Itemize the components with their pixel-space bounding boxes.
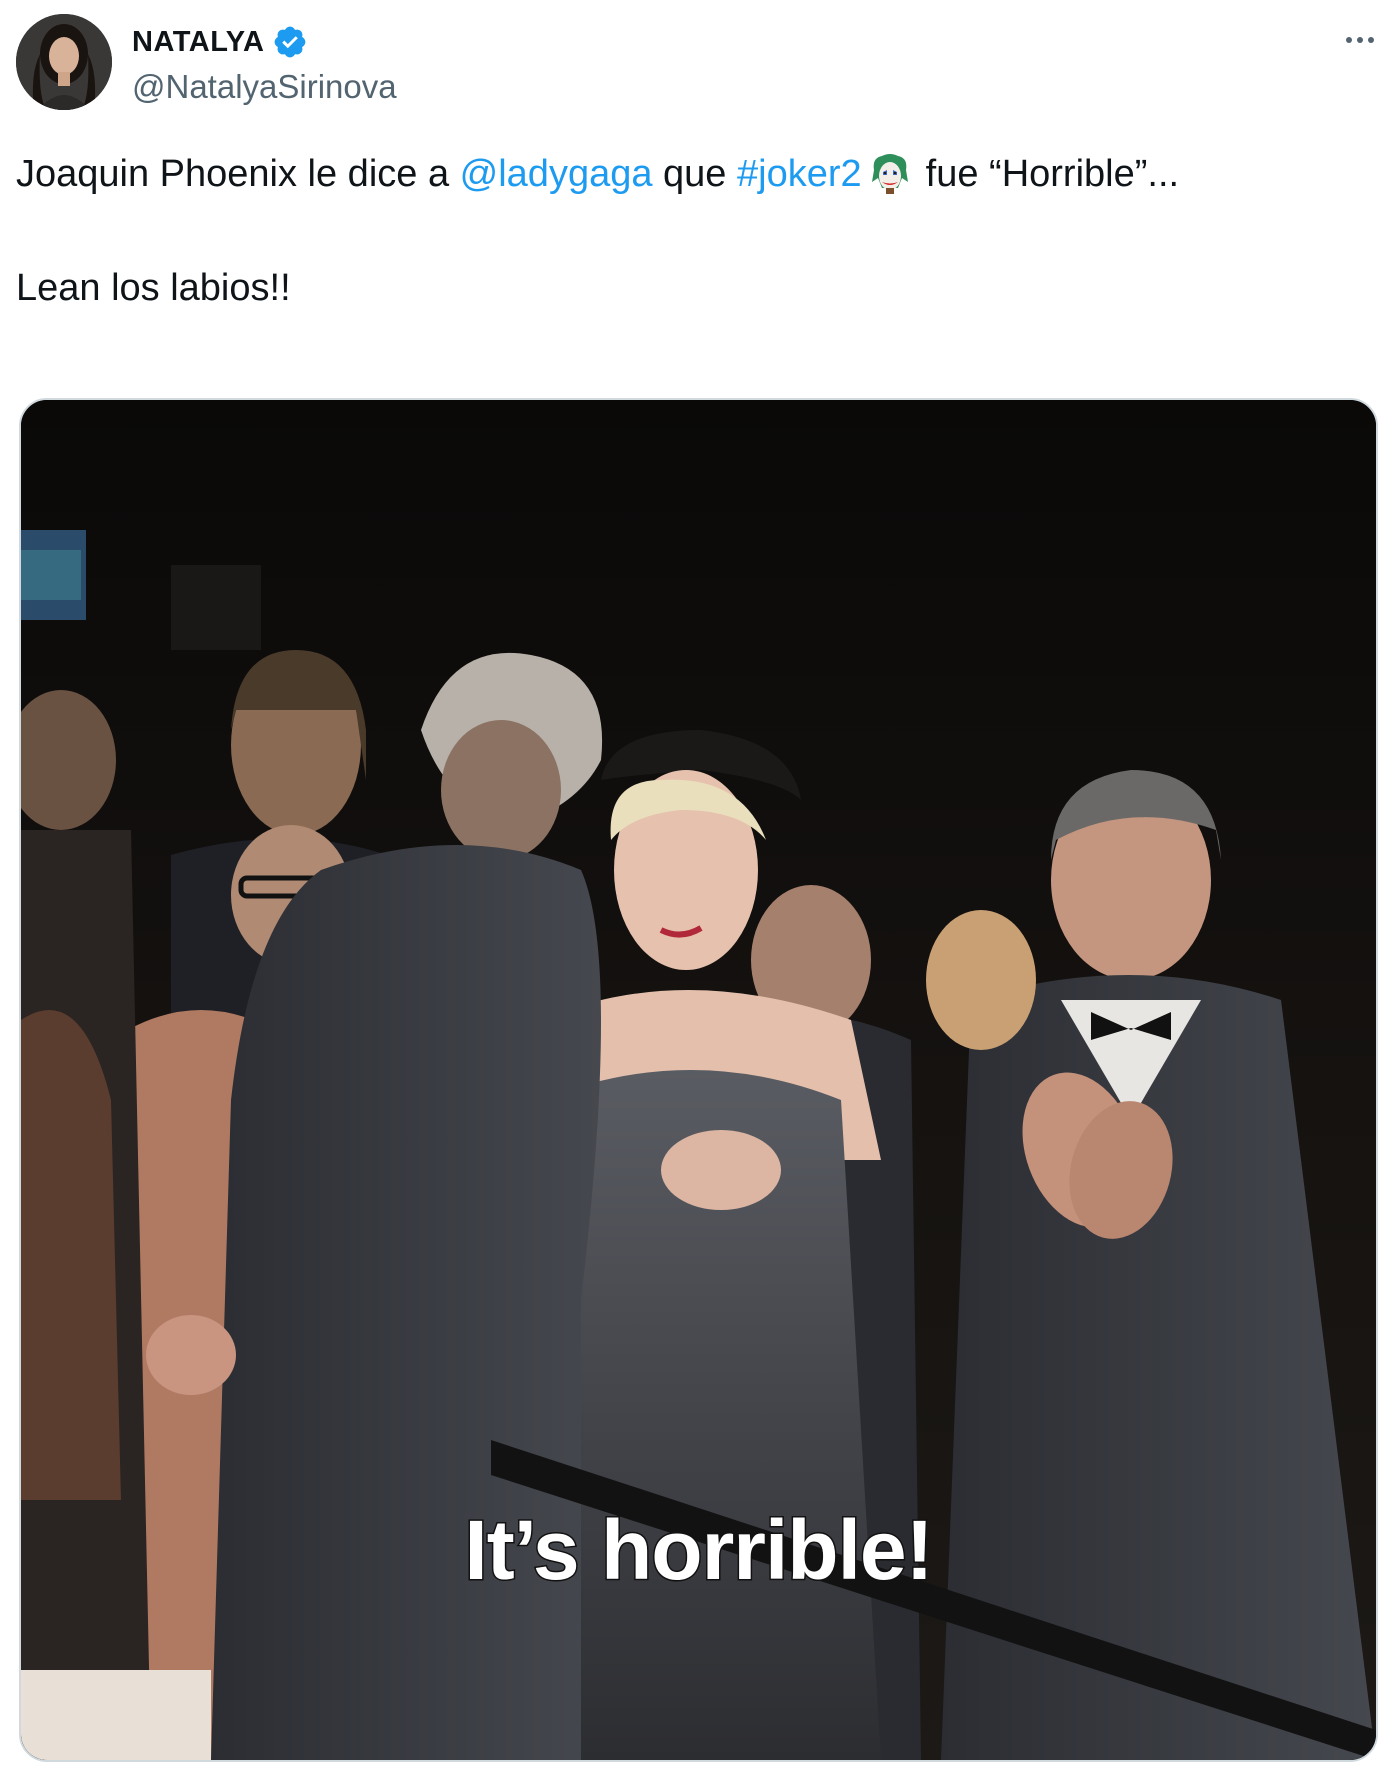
- avatar-image: [16, 14, 112, 110]
- tweet-text: Joaquin Phoenix le dice a @ladygaga que …: [16, 148, 1376, 314]
- tweet-text-segment: fue “Horrible”...: [925, 153, 1180, 195]
- tweet-text-segment: Joaquin Phoenix le dice a: [16, 153, 460, 195]
- tweet-card: NATALYA @NatalyaSirinova Joaquin Phoenix…: [0, 0, 1400, 1779]
- hashtag-link[interactable]: #joker2: [737, 148, 862, 200]
- video-caption: It’s horrible!: [463, 1502, 935, 1599]
- tweet-text-segment: que: [652, 153, 738, 195]
- verified-badge-icon: [275, 26, 306, 58]
- author-handle[interactable]: @NatalyaSirinova: [132, 68, 397, 106]
- joker-face-icon: [871, 154, 908, 194]
- mention-link[interactable]: @ladygaga: [460, 148, 653, 200]
- tweet-text-line-2: Lean los labios!!: [16, 267, 291, 309]
- author-display-name[interactable]: NATALYA: [132, 26, 264, 59]
- tweet-text-line-1: Joaquin Phoenix le dice a @ladygaga que …: [16, 148, 1376, 200]
- author-avatar[interactable]: [16, 14, 112, 110]
- more-options-icon[interactable]: [1336, 22, 1384, 58]
- author-name-row: NATALYA: [132, 24, 308, 60]
- tweet-media-video[interactable]: It’s horrible!: [19, 398, 1378, 1762]
